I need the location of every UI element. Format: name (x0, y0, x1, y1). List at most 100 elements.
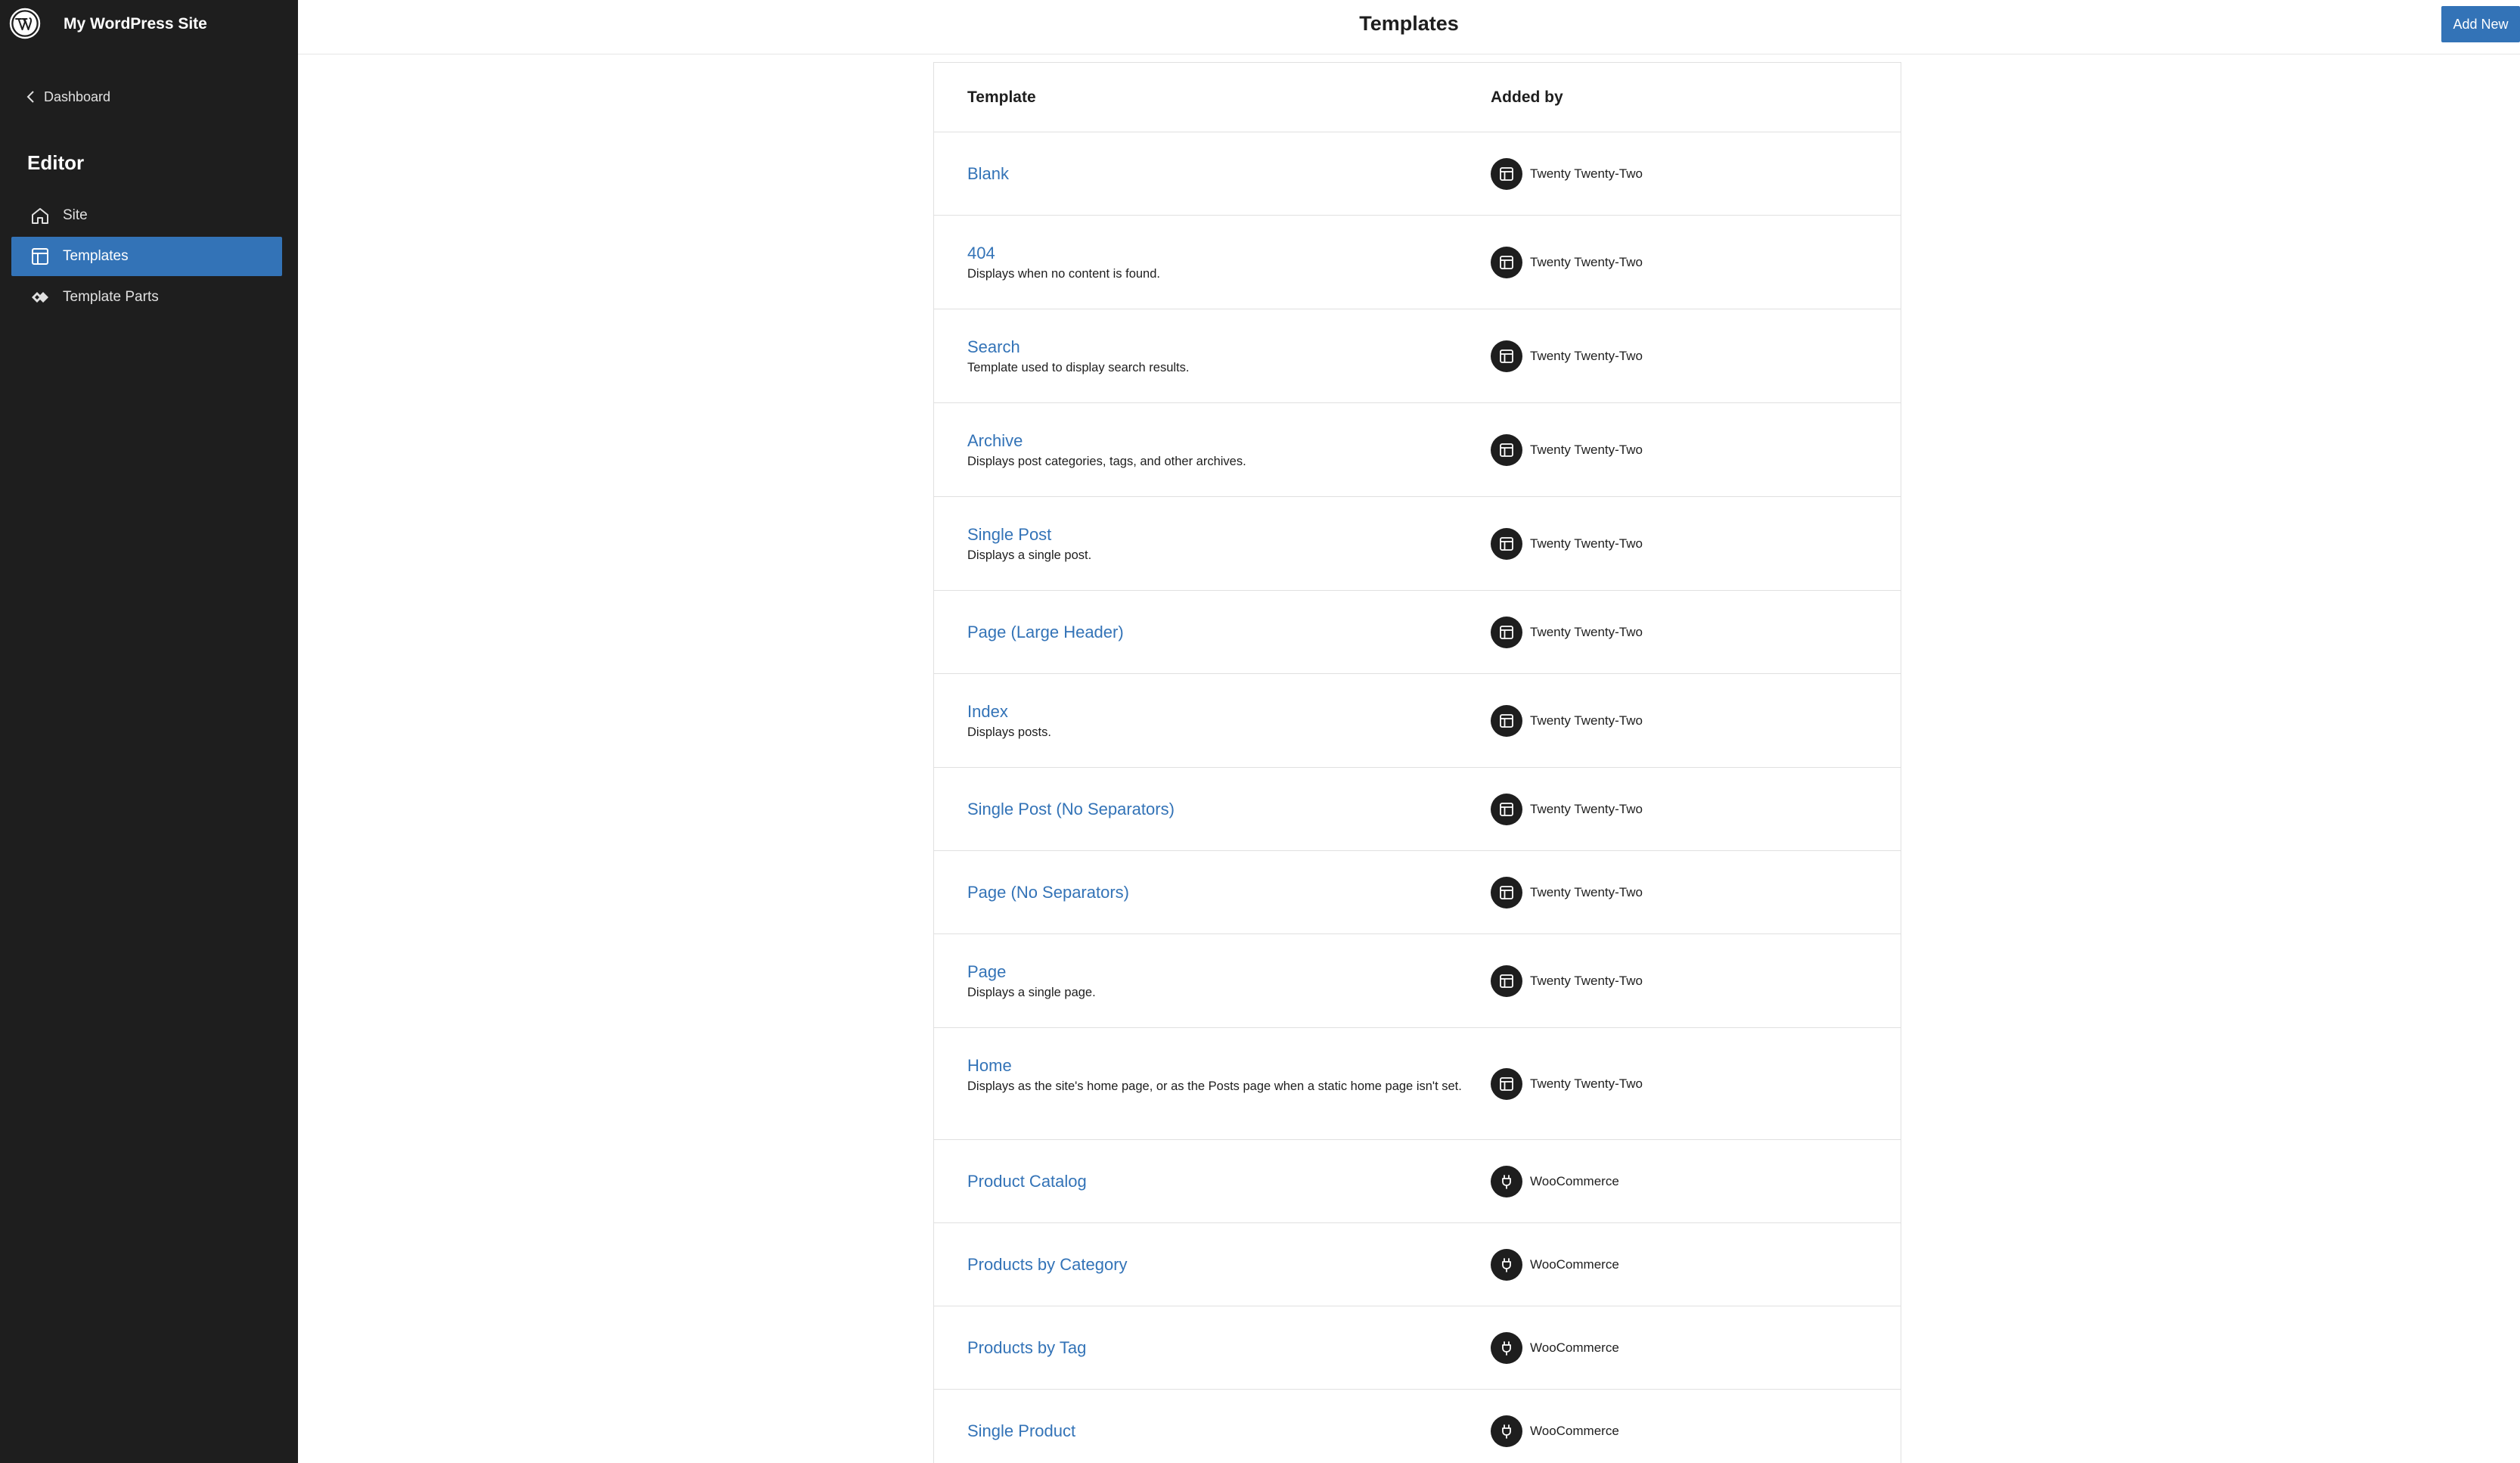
sidebar-item-site[interactable]: Site (11, 196, 282, 235)
plugin-icon (1502, 1175, 1511, 1189)
added-by-name: Twenty Twenty-Two (1530, 713, 1643, 728)
layout-icon (1500, 626, 1513, 639)
editor-heading: Editor (27, 151, 85, 174)
added-by-name: Twenty Twenty-Two (1530, 443, 1643, 457)
site-editor-app: My WordPress Site Dashboard Editor Site (0, 0, 2520, 1463)
added-by-cell: WooCommerce (1491, 1332, 1619, 1364)
sidebar-item-templates[interactable]: Templates (11, 237, 282, 276)
table-row: 404 Displays when no content is found. Twe… (934, 216, 1901, 309)
template-description: Displays when no content is found. (967, 267, 1160, 281)
source-avatar (1491, 1166, 1522, 1197)
added-by-name: Twenty Twenty-Two (1530, 1076, 1643, 1091)
added-by-name: Twenty Twenty-Two (1530, 255, 1643, 269)
layout-icon (1500, 443, 1513, 457)
template-cell: Archive Displays post categories, tags, a… (967, 430, 1466, 470)
added-by-name: Twenty Twenty-Two (1530, 166, 1643, 181)
template-title-link[interactable]: Page (967, 961, 1466, 983)
source-avatar (1491, 965, 1522, 997)
added-by-cell: WooCommerce (1491, 1166, 1619, 1197)
table-row: Archive Displays post categories, tags, a… (934, 403, 1901, 497)
added-by-name: WooCommerce (1530, 1340, 1619, 1355)
source-avatar (1491, 705, 1522, 737)
added-by-name: Twenty Twenty-Two (1530, 974, 1643, 988)
add-new-button[interactable]: Add New (2441, 6, 2520, 42)
sidebar-nav: Site Templates Template Parts (11, 196, 282, 318)
template-title-link[interactable]: Single Post (No Separators) (967, 799, 1466, 820)
sidebar-item-template-parts[interactable]: Template Parts (11, 278, 282, 317)
added-by-cell: Twenty Twenty-Two (1491, 434, 1643, 466)
back-to-dashboard-link[interactable]: Dashboard (26, 86, 110, 107)
template-title-link[interactable]: Archive (967, 430, 1466, 452)
added-by-name: Twenty Twenty-Two (1530, 802, 1643, 816)
added-by-cell: Twenty Twenty-Two (1491, 877, 1643, 909)
table-row: Page (Large Header) Twenty Twenty-Two (934, 591, 1901, 674)
table-row: Page Displays a single page. Twenty Twenty… (934, 934, 1901, 1028)
plugin-icon (1502, 1258, 1511, 1272)
source-avatar (1491, 247, 1522, 278)
layout-icon (1500, 886, 1513, 899)
template-description: Template used to display search results. (967, 361, 1190, 374)
template-title-link[interactable]: Single Product (967, 1421, 1466, 1442)
table-row: Blank Twenty Twenty-Two (934, 132, 1901, 216)
wordpress-logo-icon[interactable] (9, 8, 41, 39)
template-description: Displays a single page. (967, 986, 1096, 999)
template-title-link[interactable]: Search (967, 337, 1466, 358)
template-cell: Search Template used to display search re… (967, 337, 1466, 376)
template-description: Displays a single post. (967, 548, 1092, 562)
added-by-name: Twenty Twenty-Two (1530, 885, 1643, 899)
layout-icon (1500, 349, 1513, 363)
plugin-icon (1502, 1424, 1511, 1439)
templates-table: Template Added by Blank Twenty Twenty-Two… (933, 62, 1901, 1463)
chevron-left-icon (26, 91, 34, 103)
column-header-template: Template (967, 89, 1036, 106)
template-title-link[interactable]: Page (Large Header) (967, 622, 1466, 643)
template-title-link[interactable]: Single Post (967, 524, 1466, 545)
layout-icon (1500, 537, 1513, 551)
template-cell: Product Catalog (967, 1171, 1466, 1192)
template-cell: Page Displays a single page. (967, 961, 1466, 1001)
template-cell: Single Post Displays a single post. (967, 524, 1466, 564)
source-avatar (1491, 617, 1522, 648)
template-title-link[interactable]: Page (No Separators) (967, 882, 1466, 903)
source-avatar (1491, 434, 1522, 466)
template-description: Displays as the site's home page, or as … (967, 1079, 1462, 1093)
added-by-name: WooCommerce (1530, 1174, 1619, 1188)
back-label: Dashboard (44, 89, 111, 104)
template-cell: Index Displays posts. (967, 701, 1466, 741)
layout-icon (1500, 714, 1513, 728)
template-title-link[interactable]: Product Catalog (967, 1171, 1466, 1192)
template-title-link[interactable]: Home (967, 1055, 1466, 1076)
table-row: Single Post (No Separators) Twenty Twenty… (934, 768, 1901, 851)
layout-icon (1500, 974, 1513, 988)
home-icon (32, 208, 48, 224)
source-avatar (1491, 1068, 1522, 1100)
table-header: Template Added by (934, 63, 1901, 132)
template-title-link[interactable]: 404 (967, 243, 1466, 264)
added-by-cell: Twenty Twenty-Two (1491, 247, 1643, 278)
symbol-filled-icon (32, 292, 48, 303)
template-title-link[interactable]: Index (967, 701, 1466, 722)
site-hub: My WordPress Site (0, 0, 298, 50)
added-by-name: Twenty Twenty-Two (1530, 625, 1643, 639)
site-title[interactable]: My WordPress Site (64, 15, 207, 33)
added-by-cell: Twenty Twenty-Two (1491, 158, 1643, 190)
template-cell: Single Post (No Separators) (967, 799, 1466, 820)
added-by-cell: Twenty Twenty-Two (1491, 705, 1643, 737)
table-row: Home Displays as the site's home page, or… (934, 1028, 1901, 1140)
template-cell: 404 Displays when no content is found. (967, 243, 1466, 282)
added-by-cell: Twenty Twenty-Two (1491, 965, 1643, 997)
template-cell: Single Product (967, 1421, 1466, 1442)
template-title-link[interactable]: Blank (967, 163, 1466, 185)
template-cell: Page (Large Header) (967, 622, 1466, 643)
sidebar: My WordPress Site Dashboard Editor Site (0, 0, 298, 1463)
layout-icon (1500, 256, 1513, 269)
layout-icon (1500, 167, 1513, 181)
column-header-added-by: Added by (1491, 89, 1563, 106)
template-description: Displays posts. (967, 725, 1051, 739)
source-avatar (1491, 158, 1522, 190)
source-avatar (1491, 1249, 1522, 1281)
template-title-link[interactable]: Products by Category (967, 1254, 1466, 1275)
table-row: Products by Category WooCommerce (934, 1223, 1901, 1306)
table-row: Single Post Displays a single post. Twenty… (934, 497, 1901, 591)
template-title-link[interactable]: Products by Tag (967, 1337, 1466, 1359)
